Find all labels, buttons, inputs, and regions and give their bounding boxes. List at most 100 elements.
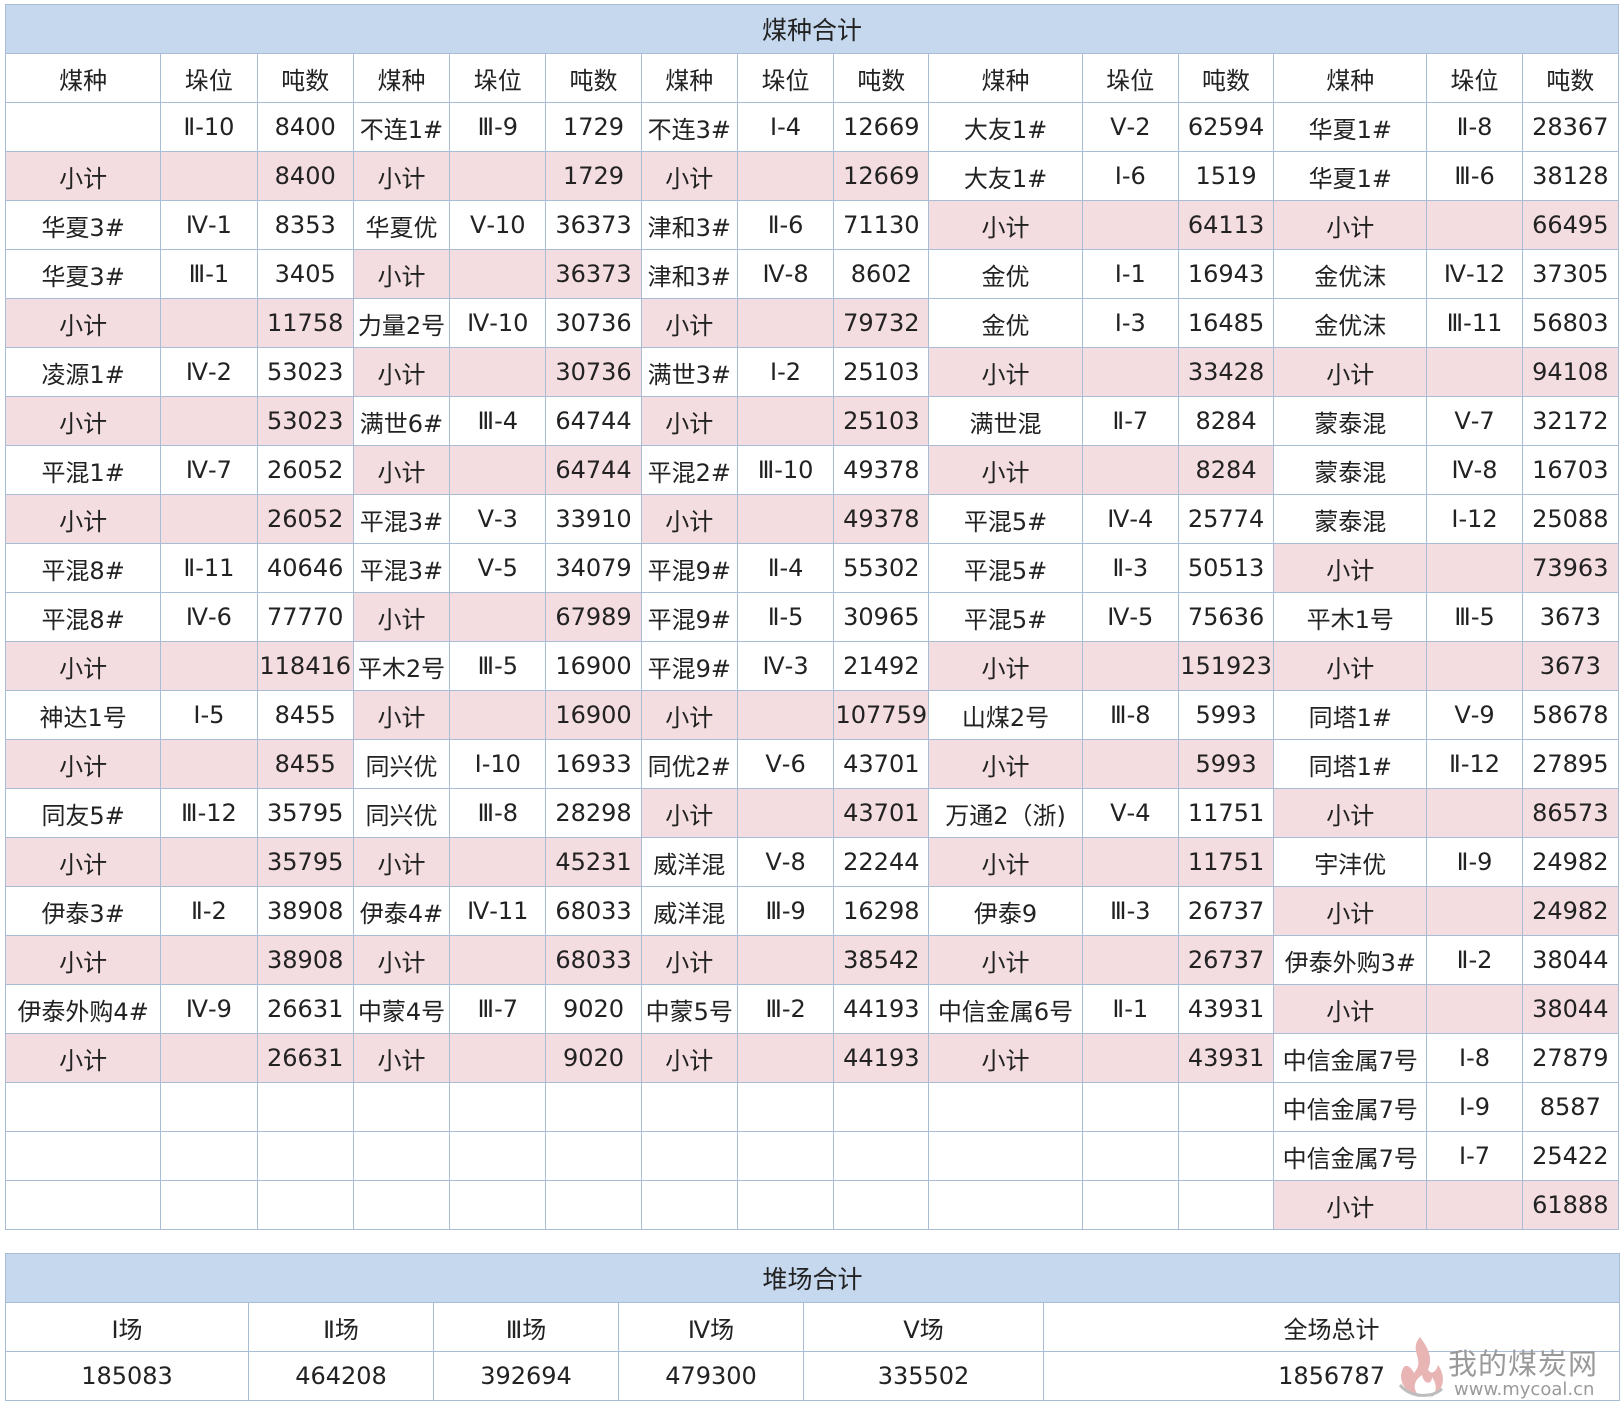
- yard-total-cell: 335502: [803, 1351, 1044, 1401]
- subtotal-tonnage-cell: 12669: [833, 151, 930, 201]
- pile-position-cell: Ⅴ-2: [1081, 102, 1179, 152]
- tonnage-cell: [256, 1082, 354, 1132]
- coal-type-cell: 伊泰4#: [352, 886, 451, 936]
- subtotal-pile-position-cell: [1426, 543, 1523, 593]
- pile-position-cell: Ⅱ-11: [160, 543, 258, 593]
- subtotal-coal-type-cell: 小计: [928, 445, 1083, 495]
- subtotal-pile-position-cell: [736, 788, 835, 838]
- tonnage-cell: 27879: [1521, 1033, 1620, 1083]
- coal-type-cell: 满世混: [928, 396, 1083, 446]
- coal-type-cell: 平木2号: [352, 641, 451, 691]
- coal-type-cell: 凌源1#: [4, 347, 162, 397]
- subtotal-coal-type-cell: 小计: [4, 837, 162, 887]
- tonnage-cell: 8284: [1177, 396, 1275, 446]
- pile-position-cell: Ⅳ-6: [160, 592, 258, 642]
- subtotal-coal-type-cell: 小计: [352, 837, 451, 887]
- tonnage-cell: 26737: [1177, 886, 1275, 936]
- subtotal-coal-type-cell: 小计: [4, 151, 162, 201]
- subtotal-coal-type-cell: 小计: [640, 1033, 738, 1083]
- subtotal-tonnage-cell: 36373: [545, 249, 642, 299]
- coal-type-cell: [640, 1180, 738, 1230]
- subtotal-coal-type-cell: 小计: [928, 837, 1083, 887]
- coal-type-cell: 山煤2号: [928, 690, 1083, 740]
- pile-position-cell: Ⅱ-6: [736, 200, 835, 250]
- coal-type-cell: 大友1#: [928, 151, 1083, 201]
- tonnage-cell: 25103: [833, 347, 930, 397]
- subtotal-pile-position-cell: [1426, 200, 1523, 250]
- pile-position-cell: Ⅲ-7: [449, 984, 547, 1034]
- tonnage-cell: 9020: [545, 984, 642, 1034]
- subtotal-tonnage-cell: 67989: [545, 592, 642, 642]
- subtotal-coal-type-cell: 小计: [640, 788, 738, 838]
- pile-position-cell: Ⅱ-2: [1426, 935, 1523, 985]
- subtotal-tonnage-cell: 24982: [1521, 886, 1620, 936]
- subtotal-coal-type-cell: 小计: [640, 151, 738, 201]
- table-row: 小计 8455 同兴优 Ⅰ-10 16933 同优2# Ⅴ-6 43701 小计 5993 同塔1#…: [4, 739, 1620, 789]
- pile-position-cell: Ⅳ-2: [160, 347, 258, 397]
- pile-position-cell: Ⅱ-7: [1081, 396, 1179, 446]
- tonnage-cell: 26052: [256, 445, 354, 495]
- table-row: 小计 53023 满世6# Ⅲ-4 64744 小计 25103 满世混 Ⅱ-7 8284 蒙泰混 Ⅴ…: [4, 396, 1620, 446]
- subtotal-coal-type-cell: 小计: [352, 1033, 451, 1083]
- tonnage-cell: 50513: [1177, 543, 1275, 593]
- subtotal-tonnage-cell: 1729: [545, 151, 642, 201]
- coal-type-cell: 威洋混: [640, 837, 738, 887]
- subtotal-pile-position-cell: [160, 739, 258, 789]
- subtotal-coal-type-cell: 小计: [352, 445, 451, 495]
- yard-total-cell: 185083: [5, 1351, 249, 1401]
- subtotal-pile-position-cell: [1426, 641, 1523, 691]
- tonnage-cell: 16900: [545, 641, 642, 691]
- subtotal-tonnage-cell: 5993: [1177, 739, 1275, 789]
- pile-position-cell: Ⅱ-3: [1081, 543, 1179, 593]
- coal-type-cell: 威洋混: [640, 886, 738, 936]
- coal-type-cell: 同友5#: [4, 788, 162, 838]
- subtotal-pile-position-cell: [1081, 935, 1179, 985]
- yard-header-cell: Ⅴ场: [803, 1302, 1044, 1352]
- table-row: 小计 61888: [4, 1180, 1620, 1230]
- coal-type-cell: [928, 1180, 1083, 1230]
- coal-type-cell: 宇沣优: [1273, 837, 1428, 887]
- table-row: 中信金属7号 Ⅰ-9 8587: [4, 1082, 1620, 1132]
- coal-type-cell: 平混9#: [640, 592, 738, 642]
- pile-position-cell: Ⅳ-4: [1081, 494, 1179, 544]
- tonnage-cell: 1729: [545, 102, 642, 152]
- subtotal-pile-position-cell: [736, 1033, 835, 1083]
- pile-position-cell: [449, 1131, 547, 1181]
- subtotal-pile-position-cell: [449, 347, 547, 397]
- subtotal-pile-position-cell: [160, 396, 258, 446]
- tonnage-cell: 8455: [256, 690, 354, 740]
- tonnage-cell: 16485: [1177, 298, 1275, 348]
- coal-type-cell: [4, 1180, 162, 1230]
- column-header: 吨数: [545, 53, 642, 103]
- subtotal-pile-position-cell: [449, 1033, 547, 1083]
- table-row: 小计 26052 平混3# Ⅴ-3 33910 小计 49378 平混5# Ⅳ-4 25774 蒙泰…: [4, 494, 1620, 544]
- coal-type-cell: 蒙泰混: [1273, 494, 1428, 544]
- coal-type-cell: 津和3#: [640, 249, 738, 299]
- coal-type-cell: [4, 1082, 162, 1132]
- pile-position-cell: [160, 1082, 258, 1132]
- table-row: 平混8# Ⅱ-11 40646 平混3# Ⅴ-5 34079 平混9# Ⅱ-4 55302 平混5…: [4, 543, 1620, 593]
- yard-total-cell: 1856787: [1042, 1351, 1621, 1401]
- pile-position-cell: [160, 1131, 258, 1181]
- pile-position-cell: Ⅲ-3: [1081, 886, 1179, 936]
- pile-position-cell: Ⅲ-2: [736, 984, 835, 1034]
- coal-type-cell: [640, 1131, 738, 1181]
- coal-type-cell: 神达1号: [4, 690, 162, 740]
- yard-total-cell: 392694: [433, 1351, 619, 1401]
- subtotal-coal-type-cell: 小计: [4, 494, 162, 544]
- coal-type-cell: 华夏3#: [4, 200, 162, 250]
- yard-header-cell: Ⅲ场: [433, 1302, 619, 1352]
- pile-position-cell: Ⅱ-2: [160, 886, 258, 936]
- subtotal-pile-position-cell: [1081, 1033, 1179, 1083]
- tonnage-cell: 21492: [833, 641, 930, 691]
- subtotal-pile-position-cell: [1081, 837, 1179, 887]
- table-row: 华夏3# Ⅳ-1 8353 华夏优 Ⅴ-10 36373 津和3# Ⅱ-6 71130 小计 641…: [4, 200, 1620, 250]
- tonnage-cell: 38908: [256, 886, 354, 936]
- tonnage-cell: [545, 1082, 642, 1132]
- coal-type-cell: [352, 1180, 451, 1230]
- coal-type-cell: 平混9#: [640, 641, 738, 691]
- column-header: 垛位: [736, 53, 835, 103]
- subtotal-coal-type-cell: 小计: [640, 298, 738, 348]
- table-row: Ⅱ-10 8400 不连1# Ⅲ-9 1729 不连3# Ⅰ-4 12669 大友1# Ⅴ-2 62…: [4, 102, 1620, 152]
- tonnage-cell: 11751: [1177, 788, 1275, 838]
